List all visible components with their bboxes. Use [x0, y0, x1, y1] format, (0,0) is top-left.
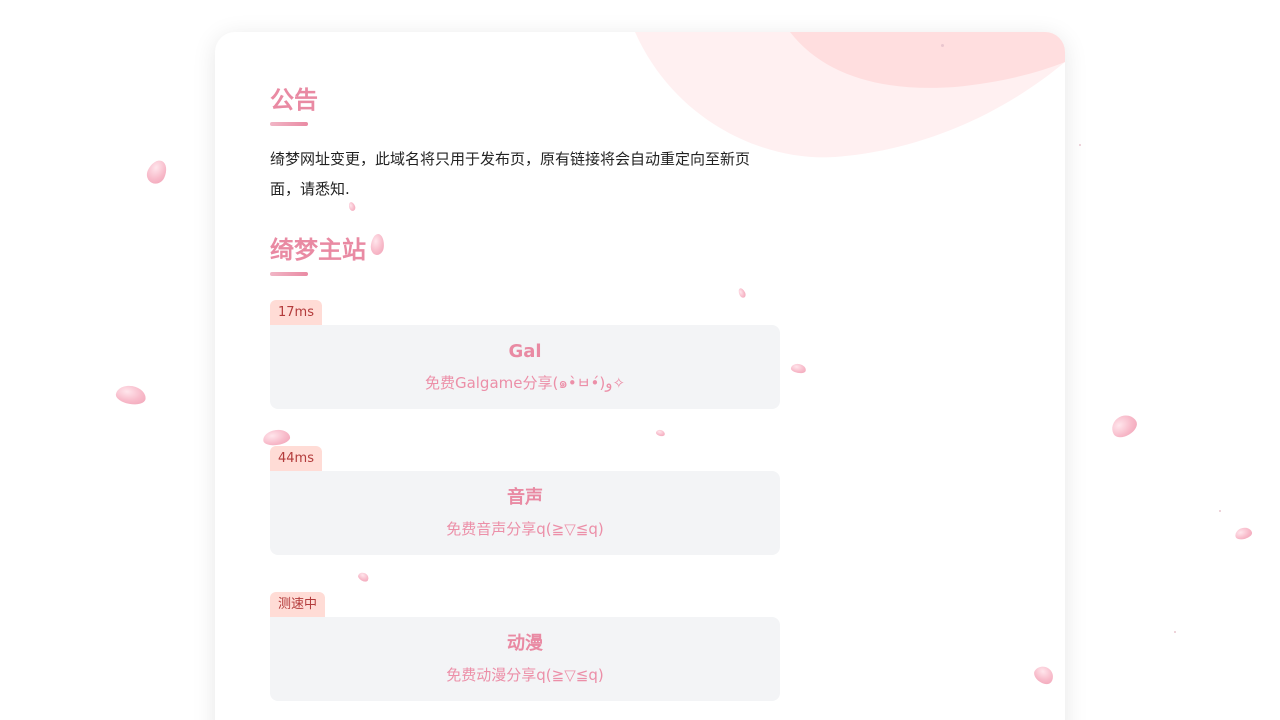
- site-name: Gal: [508, 341, 542, 362]
- card-content: 公告 绮梦网址变更，此域名将只用于发布页，原有链接将会自动重定向至新页面，请悉知…: [270, 82, 780, 720]
- site-item-gal: 17ms Gal 免费Galgame分享(๑•̀ㅂ•́)و✧: [270, 300, 780, 409]
- main-sites-section: 绮梦主站 17ms Gal 免费Galgame分享(๑•̀ㅂ•́)و✧ 44ms…: [270, 232, 780, 701]
- sakura-petal-icon: [114, 383, 148, 407]
- site-list: 17ms Gal 免费Galgame分享(๑•̀ㅂ•́)و✧ 44ms 音声 免…: [270, 300, 780, 701]
- main-card: 公告 绮梦网址变更，此域名将只用于发布页，原有链接将会自动重定向至新页面，请悉知…: [215, 32, 1065, 720]
- main-sites-title: 绮梦主站: [270, 236, 366, 264]
- site-description: 免费Galgame分享(๑•̀ㅂ•́)و✧: [424, 374, 626, 392]
- notice-section: 公告 绮梦网址变更，此域名将只用于发布页，原有链接将会自动重定向至新页面，请悉知…: [270, 82, 780, 204]
- notice-text: 绮梦网址变更，此域名将只用于发布页，原有链接将会自动重定向至新页面，请悉知.: [270, 150, 751, 198]
- latency-badge: 17ms: [270, 300, 322, 325]
- site-item-audio: 44ms 音声 免费音声分享q(≧▽≦q): [270, 446, 780, 555]
- site-item-anime: 测速中 动漫 免费动漫分享q(≧▽≦q): [270, 592, 780, 701]
- sparkle-dot-icon: [1219, 510, 1221, 512]
- sparkle-dot-icon: [1174, 631, 1176, 633]
- notice-title-underline: [270, 122, 308, 126]
- notice-title: 公告: [270, 86, 318, 114]
- main-sites-title-underline: [270, 272, 308, 276]
- latency-badge: 44ms: [270, 446, 322, 471]
- latency-badge: 测速中: [270, 592, 326, 617]
- site-name: 动漫: [507, 633, 543, 654]
- sakura-petal-icon: [143, 157, 171, 187]
- site-link-gal[interactable]: Gal 免费Galgame分享(๑•̀ㅂ•́)و✧: [270, 325, 780, 409]
- page-background: 公告 绮梦网址变更，此域名将只用于发布页，原有链接将会自动重定向至新页面，请悉知…: [0, 0, 1280, 720]
- site-link-audio[interactable]: 音声 免费音声分享q(≧▽≦q): [270, 471, 780, 555]
- site-description: 免费动漫分享q(≧▽≦q): [446, 666, 604, 684]
- site-link-anime[interactable]: 动漫 免费动漫分享q(≧▽≦q): [270, 617, 780, 701]
- site-name: 音声: [507, 487, 543, 508]
- sakura-petal-icon: [1107, 410, 1141, 442]
- site-description: 免费音声分享q(≧▽≦q): [446, 520, 604, 538]
- sparkle-dot-icon: [1079, 144, 1081, 146]
- sakura-petal-icon: [1233, 525, 1254, 542]
